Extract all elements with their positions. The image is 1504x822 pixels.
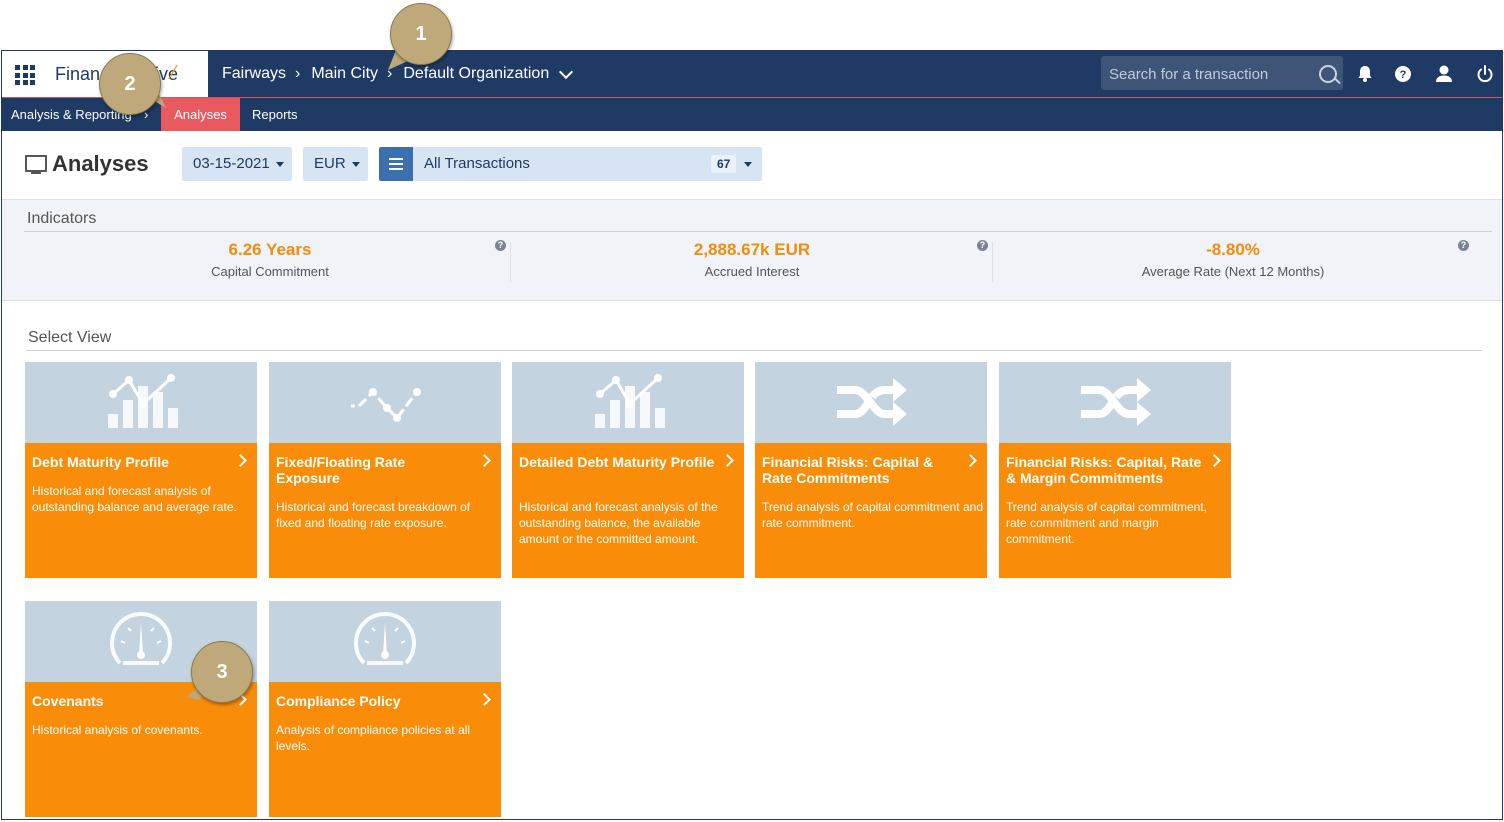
- callout-marker-2: 2: [99, 53, 161, 115]
- callout-marker-3: 3: [191, 641, 253, 703]
- callout-marker-1: 1: [390, 3, 452, 65]
